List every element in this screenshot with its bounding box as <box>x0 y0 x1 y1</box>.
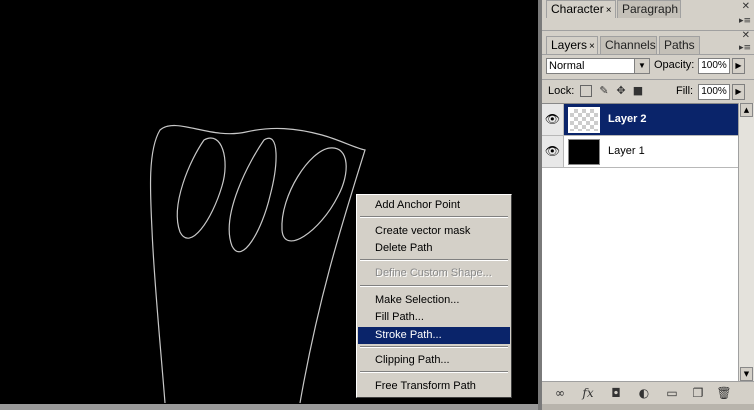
menu-item-free-transform-path[interactable]: Free Transform Path <box>358 378 510 395</box>
finger-loop-3 <box>281 147 347 242</box>
close-panel-icon[interactable]: ✕ <box>742 1 750 12</box>
fill-input[interactable]: 100% <box>698 84 730 100</box>
layer-list: 👁 Layer 2 👁 Layer 1 <box>542 103 738 382</box>
tab-layers[interactable]: Layers × <box>546 36 598 54</box>
tab-paths-label: Paths <box>664 38 695 52</box>
layer-thumbnail <box>568 107 600 133</box>
tab-channels-label: Channels <box>605 38 656 52</box>
tab-paths[interactable]: Paths <box>659 36 700 54</box>
layer-thumbnail <box>568 139 600 165</box>
canvas-status-strip <box>0 404 538 410</box>
link-icon[interactable]: ∞ <box>552 386 568 400</box>
close-panel-icon[interactable]: ✕ <box>742 30 750 41</box>
tab-character-label: Character <box>551 2 604 16</box>
menu-item-fill-path[interactable]: Fill Path... <box>358 309 510 326</box>
tab-layers-label: Layers <box>551 38 588 52</box>
menu-item-make-selection[interactable]: Make Selection... <box>358 292 510 309</box>
panels-dock: Character × Paragraph ✕ ▸≡ Layers × Channe… <box>542 0 754 410</box>
adjustment-icon[interactable]: ◐ <box>636 386 652 400</box>
layers-bottom-toolbar: ∞ fx ◘ ◐ ▭ ❐ 🗑 <box>542 381 754 404</box>
folder-icon[interactable]: ▭ <box>664 386 680 400</box>
lock-image-pixels-icon[interactable]: ✎ <box>598 85 610 97</box>
tab-paragraph[interactable]: Paragraph <box>617 0 681 18</box>
character-panel-group: Character × Paragraph ✕ ▸≡ <box>542 0 754 31</box>
hand-outline-path <box>149 125 366 404</box>
menu-item-define-custom-shape: Define Custom Shape... <box>375 267 492 279</box>
panel-menu-icon[interactable]: ▸≡ <box>739 16 751 26</box>
layer-row-layer-2[interactable]: 👁 Layer 2 <box>542 104 738 136</box>
mask-icon[interactable]: ◘ <box>608 386 624 400</box>
close-tab-icon[interactable]: × <box>589 41 595 52</box>
menu-separator <box>360 371 508 373</box>
menu-separator <box>360 216 508 218</box>
menu-item-delete-path[interactable]: Delete Path <box>358 240 510 257</box>
finger-loop-1 <box>176 137 226 239</box>
menu-item-clipping-path[interactable]: Clipping Path... <box>358 352 510 369</box>
opacity-input[interactable]: 100% <box>698 58 730 74</box>
layer-row-layer-1[interactable]: 👁 Layer 1 <box>542 136 738 168</box>
layer-name: Layer 2 <box>608 113 647 125</box>
close-tab-icon[interactable]: × <box>606 5 612 16</box>
blend-mode-value: Normal <box>549 60 585 72</box>
layers-panel-tabs: Layers × Channels Paths ✕ ▸≡ <box>542 30 754 55</box>
tab-paragraph-label: Paragraph <box>622 2 679 16</box>
trash-icon[interactable]: 🗑 <box>716 386 732 400</box>
finger-loop-2 <box>228 137 277 253</box>
lock-transparent-pixels-icon[interactable] <box>580 85 592 97</box>
panel-footer <box>542 404 754 410</box>
fx-icon[interactable]: fx <box>580 386 596 400</box>
layer-name: Layer 1 <box>608 145 645 157</box>
fill-arrow-icon[interactable]: ▶ <box>732 84 745 100</box>
fill-label: Fill: <box>676 85 694 97</box>
menu-item-add-anchor-point[interactable]: Add Anchor Point <box>358 197 510 214</box>
scroll-up-icon[interactable]: ▲ <box>740 103 753 117</box>
visibility-eye-icon[interactable]: 👁 <box>542 136 564 167</box>
tab-character[interactable]: Character × <box>546 0 616 18</box>
menu-separator <box>360 285 508 287</box>
new-layer-icon[interactable]: ❐ <box>690 386 706 400</box>
layer-list-scrollbar[interactable]: ▲ ▼ <box>738 103 754 381</box>
lock-all-icon[interactable]: ■ <box>632 85 644 97</box>
scroll-down-icon[interactable]: ▼ <box>740 367 753 381</box>
tab-channels[interactable]: Channels <box>600 36 657 54</box>
menu-separator <box>360 346 508 348</box>
blend-mode-select[interactable]: Normal ▼ <box>546 58 650 74</box>
menu-separator <box>360 259 508 261</box>
opacity-arrow-icon[interactable]: ▶ <box>732 58 745 74</box>
path-context-menu: Add Anchor Point Create vector mask Dele… <box>356 194 512 398</box>
chevron-down-icon[interactable]: ▼ <box>634 59 649 73</box>
lock-label: Lock: <box>548 85 575 97</box>
panel-menu-icon[interactable]: ▸≡ <box>739 43 751 53</box>
divider <box>542 79 754 80</box>
menu-item-create-vector-mask[interactable]: Create vector mask <box>358 223 510 240</box>
opacity-label: Opacity: <box>654 59 695 71</box>
menu-item-stroke-path[interactable]: Stroke Path... <box>358 327 510 344</box>
lock-position-icon[interactable]: ✥ <box>615 85 627 97</box>
visibility-eye-icon[interactable]: 👁 <box>542 104 564 135</box>
